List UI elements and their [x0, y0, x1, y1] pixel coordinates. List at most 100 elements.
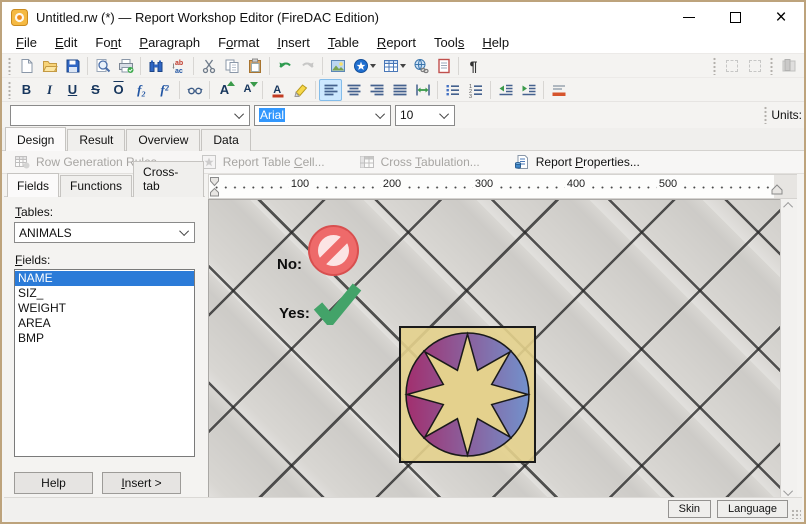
vertical-scrollbar[interactable] — [780, 199, 797, 499]
paste-button[interactable] — [243, 55, 266, 77]
document-canvas[interactable]: No: Yes: — [208, 199, 797, 499]
tab-result[interactable]: Result — [67, 129, 125, 151]
align-left-button[interactable] — [319, 79, 342, 101]
underline-button[interactable]: U — [61, 79, 84, 101]
tab-design[interactable]: Design — [5, 127, 66, 151]
field-item-weight[interactable]: WEIGHT — [15, 301, 194, 316]
superscript-button[interactable]: f² — [153, 79, 176, 101]
maximize-button[interactable] — [712, 2, 758, 32]
font-combo[interactable]: Arial — [254, 105, 391, 126]
field-item-siz[interactable]: SIZ_ — [15, 286, 194, 301]
highlight-button[interactable] — [289, 79, 312, 101]
insert-symbol-button[interactable] — [349, 55, 379, 77]
fit-width-button[interactable] — [411, 79, 434, 101]
float-column-button[interactable] — [777, 55, 800, 77]
scroll-up-icon[interactable] — [783, 202, 793, 212]
shrink-font-button[interactable]: A — [236, 79, 259, 101]
new-document-button[interactable] — [15, 55, 38, 77]
strikethrough-button[interactable]: S — [84, 79, 107, 101]
fields-listbox[interactable]: NAME SIZ_ WEIGHT AREA BMP — [14, 269, 195, 457]
cross-tabulation-button[interactable]: Cross Tabulation... — [359, 154, 480, 170]
font-size-combo-dropdown[interactable] — [437, 112, 454, 119]
menu-edit[interactable]: Edit — [46, 34, 86, 51]
find-button[interactable] — [144, 55, 167, 77]
font-combo-dropdown[interactable] — [373, 112, 390, 119]
toolbar-grip[interactable] — [7, 57, 12, 75]
toolbar-grip[interactable] — [7, 81, 12, 99]
menu-format[interactable]: Format — [209, 34, 268, 51]
skin-button[interactable]: Skin — [668, 500, 711, 518]
report-table-cell-button[interactable]: Report Table Cell... — [201, 154, 325, 170]
scroll-down-icon[interactable] — [783, 486, 793, 496]
decrease-indent-button[interactable] — [494, 79, 517, 101]
resize-grip[interactable] — [791, 509, 801, 519]
tab-functions[interactable]: Functions — [60, 175, 132, 197]
report-properties-button[interactable]: Report Properties... — [514, 154, 640, 170]
tab-fields[interactable]: Fields — [7, 173, 59, 197]
align-center-button[interactable] — [342, 79, 365, 101]
insert-field-button[interactable]: Insert > — [102, 472, 181, 494]
save-button[interactable] — [61, 55, 84, 77]
menu-tools[interactable]: Tools — [425, 34, 473, 51]
bold-button[interactable]: B — [15, 79, 38, 101]
paragraph-border-button[interactable] — [547, 79, 570, 101]
insert-image-button[interactable] — [326, 55, 349, 77]
menu-font[interactable]: Font — [86, 34, 130, 51]
text-frame-button[interactable] — [720, 55, 743, 77]
field-item-bmp[interactable]: BMP — [15, 331, 194, 346]
font-size-combo[interactable]: 10 — [395, 105, 455, 126]
open-button[interactable] — [38, 55, 61, 77]
toolbar-grip[interactable] — [712, 57, 717, 75]
field-item-name[interactable]: NAME — [15, 271, 194, 286]
star-image[interactable] — [399, 326, 536, 463]
menu-report[interactable]: Report — [368, 34, 425, 51]
menu-paragraph[interactable]: Paragraph — [130, 34, 209, 51]
undo-button[interactable] — [273, 55, 296, 77]
menu-file[interactable]: File — [7, 34, 46, 51]
style-combo-dropdown[interactable] — [232, 112, 249, 119]
align-justify-button[interactable] — [388, 79, 411, 101]
paste-special-button[interactable] — [432, 55, 455, 77]
no-text[interactable]: No: — [277, 256, 302, 273]
cut-button[interactable] — [197, 55, 220, 77]
overline-button[interactable]: O — [107, 79, 130, 101]
copy-button[interactable] — [220, 55, 243, 77]
minimize-button[interactable] — [666, 2, 712, 32]
hyperlink-button[interactable] — [409, 55, 432, 77]
checkmark-icon[interactable] — [313, 283, 362, 325]
tables-combo-dropdown[interactable] — [177, 229, 194, 236]
toolbar-grip[interactable] — [769, 57, 774, 75]
menu-insert[interactable]: Insert — [268, 34, 319, 51]
menu-help[interactable]: Help — [473, 34, 518, 51]
tables-combo[interactable]: ANIMALS — [14, 222, 195, 243]
insert-table-button[interactable] — [379, 55, 409, 77]
right-indent-marker[interactable] — [771, 184, 783, 196]
field-item-area[interactable]: AREA — [15, 316, 194, 331]
tab-cross-tab[interactable]: Cross-tab — [133, 161, 204, 197]
italic-button[interactable]: I — [38, 79, 61, 101]
redo-button[interactable] — [296, 55, 319, 77]
print-button[interactable] — [114, 55, 137, 77]
yes-text[interactable]: Yes: — [279, 305, 310, 322]
replace-button[interactable]: abac — [167, 55, 190, 77]
close-button[interactable]: × — [758, 2, 804, 32]
print-preview-button[interactable] — [91, 55, 114, 77]
language-button[interactable]: Language — [717, 500, 788, 518]
font-color-button[interactable]: A — [266, 79, 289, 101]
tab-data[interactable]: Data — [201, 129, 250, 151]
show-paragraph-marks-button[interactable]: ¶ — [462, 55, 485, 77]
tab-overview[interactable]: Overview — [126, 129, 200, 151]
subscript-button[interactable]: f₂ — [130, 79, 153, 101]
left-indent-marker[interactable] — [209, 176, 220, 198]
prohibition-icon[interactable] — [307, 224, 360, 277]
bullet-list-button[interactable] — [441, 79, 464, 101]
style-combo[interactable] — [10, 105, 250, 126]
align-right-button[interactable] — [365, 79, 388, 101]
hidden-text-button[interactable] — [183, 79, 206, 101]
text-box-button[interactable] — [743, 55, 766, 77]
grow-font-button[interactable]: A — [213, 79, 236, 101]
menu-table[interactable]: Table — [319, 34, 368, 51]
increase-indent-button[interactable] — [517, 79, 540, 101]
help-button[interactable]: Help — [14, 472, 93, 494]
numbered-list-button[interactable]: 123 — [464, 79, 487, 101]
